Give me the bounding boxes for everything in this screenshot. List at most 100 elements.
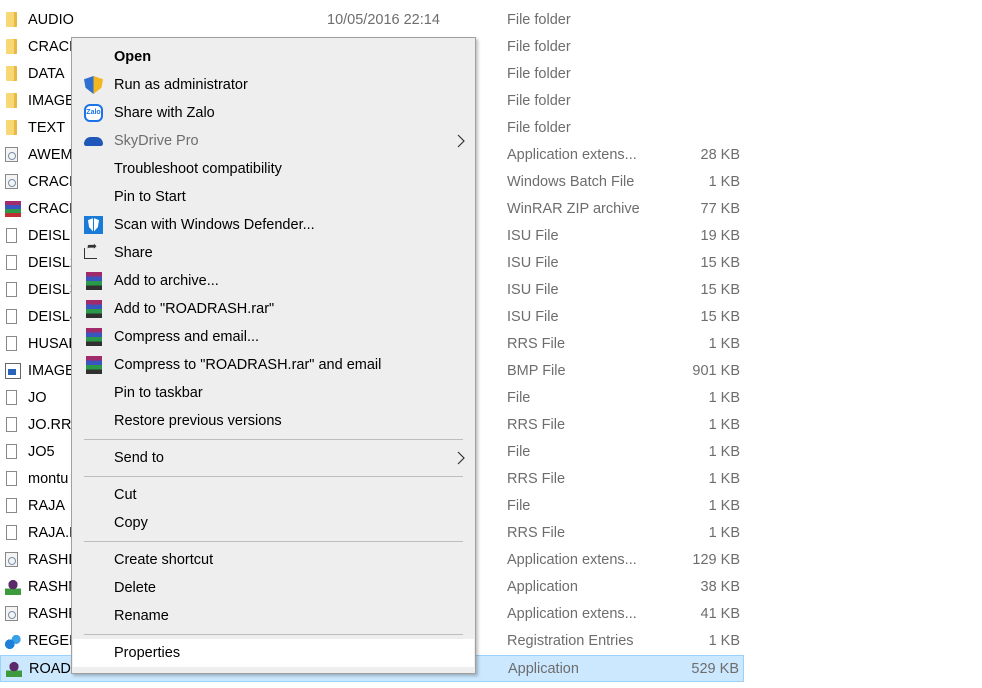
file-name: JO — [28, 390, 47, 406]
file-size: 15 KB — [700, 282, 741, 298]
menu-item-label: Restore previous versions — [114, 413, 282, 429]
file-name: IMAGE — [28, 363, 75, 379]
file-size: 1 KB — [708, 633, 740, 649]
app-avatar-icon — [6, 661, 22, 677]
file-type: File folder — [507, 39, 571, 55]
menu-item-cut[interactable]: Cut — [73, 481, 474, 509]
menu-item-send-to[interactable]: Send to — [73, 444, 474, 472]
menu-item-compress-and-email[interactable]: Compress and email... — [73, 323, 474, 351]
menu-item-delete[interactable]: Delete — [73, 574, 474, 602]
menu-item-label: Compress and email... — [114, 329, 260, 345]
bmp-icon — [5, 363, 21, 379]
file-type: RRS File — [507, 417, 566, 433]
menu-item-label: Cut — [114, 487, 137, 503]
file-type: File folder — [507, 93, 571, 109]
menu-item-run-as-administrator[interactable]: Run as administrator — [73, 71, 474, 99]
file-size: 41 KB — [700, 606, 741, 622]
menu-item-rename[interactable]: Rename — [73, 602, 474, 630]
menu-item-skydrive-pro[interactable]: SkyDrive Pro — [73, 127, 474, 155]
file-icon — [6, 255, 17, 270]
menu-item-label: Open — [114, 49, 152, 65]
file-type: RRS File — [507, 336, 566, 352]
menu-item-scan-with-windows-defender[interactable]: Scan with Windows Defender... — [73, 211, 474, 239]
menu-item-troubleshoot-compatibility[interactable]: Troubleshoot compatibility — [73, 155, 474, 183]
file-type: Application — [507, 579, 578, 595]
zalo-icon: Zalo — [84, 104, 103, 122]
file-icon — [6, 525, 17, 540]
menu-item-properties[interactable]: Properties — [73, 639, 474, 667]
menu-item-open[interactable]: Open — [73, 43, 474, 71]
file-type: Application extens... — [507, 606, 637, 622]
menu-item-pin-to-taskbar[interactable]: Pin to taskbar — [73, 379, 474, 407]
file-size: 1 KB — [708, 471, 740, 487]
file-type: File — [507, 390, 531, 406]
file-type: File folder — [507, 120, 571, 136]
menu-item-label: Add to "ROADRASH.rar" — [114, 301, 275, 317]
file-size: 1 KB — [708, 336, 740, 352]
menu-item-add-to-archive[interactable]: Add to archive... — [73, 267, 474, 295]
dll-icon — [5, 552, 18, 567]
menu-item-share-with-zalo[interactable]: Zalo Share with Zalo — [73, 99, 474, 127]
menu-item-label: Share — [114, 245, 153, 261]
file-size: 1 KB — [708, 525, 740, 541]
share-icon — [84, 239, 97, 259]
menu-item-create-shortcut[interactable]: Create shortcut — [73, 546, 474, 574]
file-icon — [6, 282, 17, 297]
menu-separator — [73, 472, 474, 481]
menu-item-compress-to-roadrash-rar-and-email[interactable]: Compress to "ROADRASH.rar" and email — [73, 351, 474, 379]
file-type: Registration Entries — [507, 633, 634, 649]
dll-icon — [5, 147, 18, 162]
file-type: ISU File — [507, 282, 559, 298]
folder-icon — [6, 93, 17, 108]
file-icon — [6, 390, 17, 405]
menu-item-label: SkyDrive Pro — [114, 133, 199, 149]
menu-separator — [73, 435, 474, 444]
file-icon — [6, 471, 17, 486]
file-type: RRS File — [507, 471, 566, 487]
menu-item-label: Scan with Windows Defender... — [114, 217, 315, 233]
menu-item-copy[interactable]: Copy — [73, 509, 474, 537]
menu-item-label: Delete — [114, 580, 156, 596]
file-icon — [6, 498, 17, 513]
app-avatar-icon — [5, 579, 21, 595]
menu-item-share[interactable]: Share — [73, 239, 474, 267]
winrar-icon — [86, 328, 102, 346]
file-type: ISU File — [507, 309, 559, 325]
menu-item-label: Create shortcut — [114, 552, 214, 568]
file-name: RASHI — [28, 552, 73, 568]
chevron-right-icon — [457, 451, 465, 465]
file-type: Application extens... — [507, 147, 637, 163]
file-icon — [6, 336, 17, 351]
context-menu: Open Run as administrator Zalo Share with Z… — [71, 37, 476, 674]
file-size: 38 KB — [700, 579, 741, 595]
file-size: 19 KB — [700, 228, 741, 244]
file-size: 529 KB — [691, 661, 739, 677]
file-name: DATA — [28, 66, 65, 82]
file-type: RRS File — [507, 525, 566, 541]
menu-item-pin-to-start[interactable]: Pin to Start — [73, 183, 474, 211]
file-type: BMP File — [507, 363, 566, 379]
file-type: File folder — [507, 66, 571, 82]
file-name: JO5 — [28, 444, 55, 460]
file-size: 1 KB — [708, 498, 740, 514]
menu-item-add-to-roadrash-rar[interactable]: Add to "ROADRASH.rar" — [73, 295, 474, 323]
folder-icon — [6, 12, 17, 27]
menu-item-restore-previous-versions[interactable]: Restore previous versions — [73, 407, 474, 435]
file-name: montu — [28, 471, 69, 487]
file-type: ISU File — [507, 228, 559, 244]
file-date: 10/05/2016 22:14 — [327, 12, 440, 28]
file-name: RAJA — [28, 498, 66, 514]
file-name: AWEM — [28, 147, 73, 163]
file-size: 901 KB — [692, 363, 740, 379]
menu-item-label: Pin to taskbar — [114, 385, 203, 401]
menu-item-label: Troubleshoot compatibility — [114, 161, 282, 177]
winrar-icon — [5, 201, 21, 217]
file-size: 1 KB — [708, 174, 740, 190]
file-type: File folder — [507, 12, 571, 28]
menu-item-label: Add to archive... — [114, 273, 219, 289]
menu-item-label: Copy — [114, 515, 148, 531]
dll-icon — [5, 606, 18, 621]
winrar-icon — [86, 356, 102, 374]
file-type: Application — [508, 661, 579, 677]
file-row[interactable]: AUDIO 10/05/2016 22:14 File folder — [0, 7, 744, 34]
